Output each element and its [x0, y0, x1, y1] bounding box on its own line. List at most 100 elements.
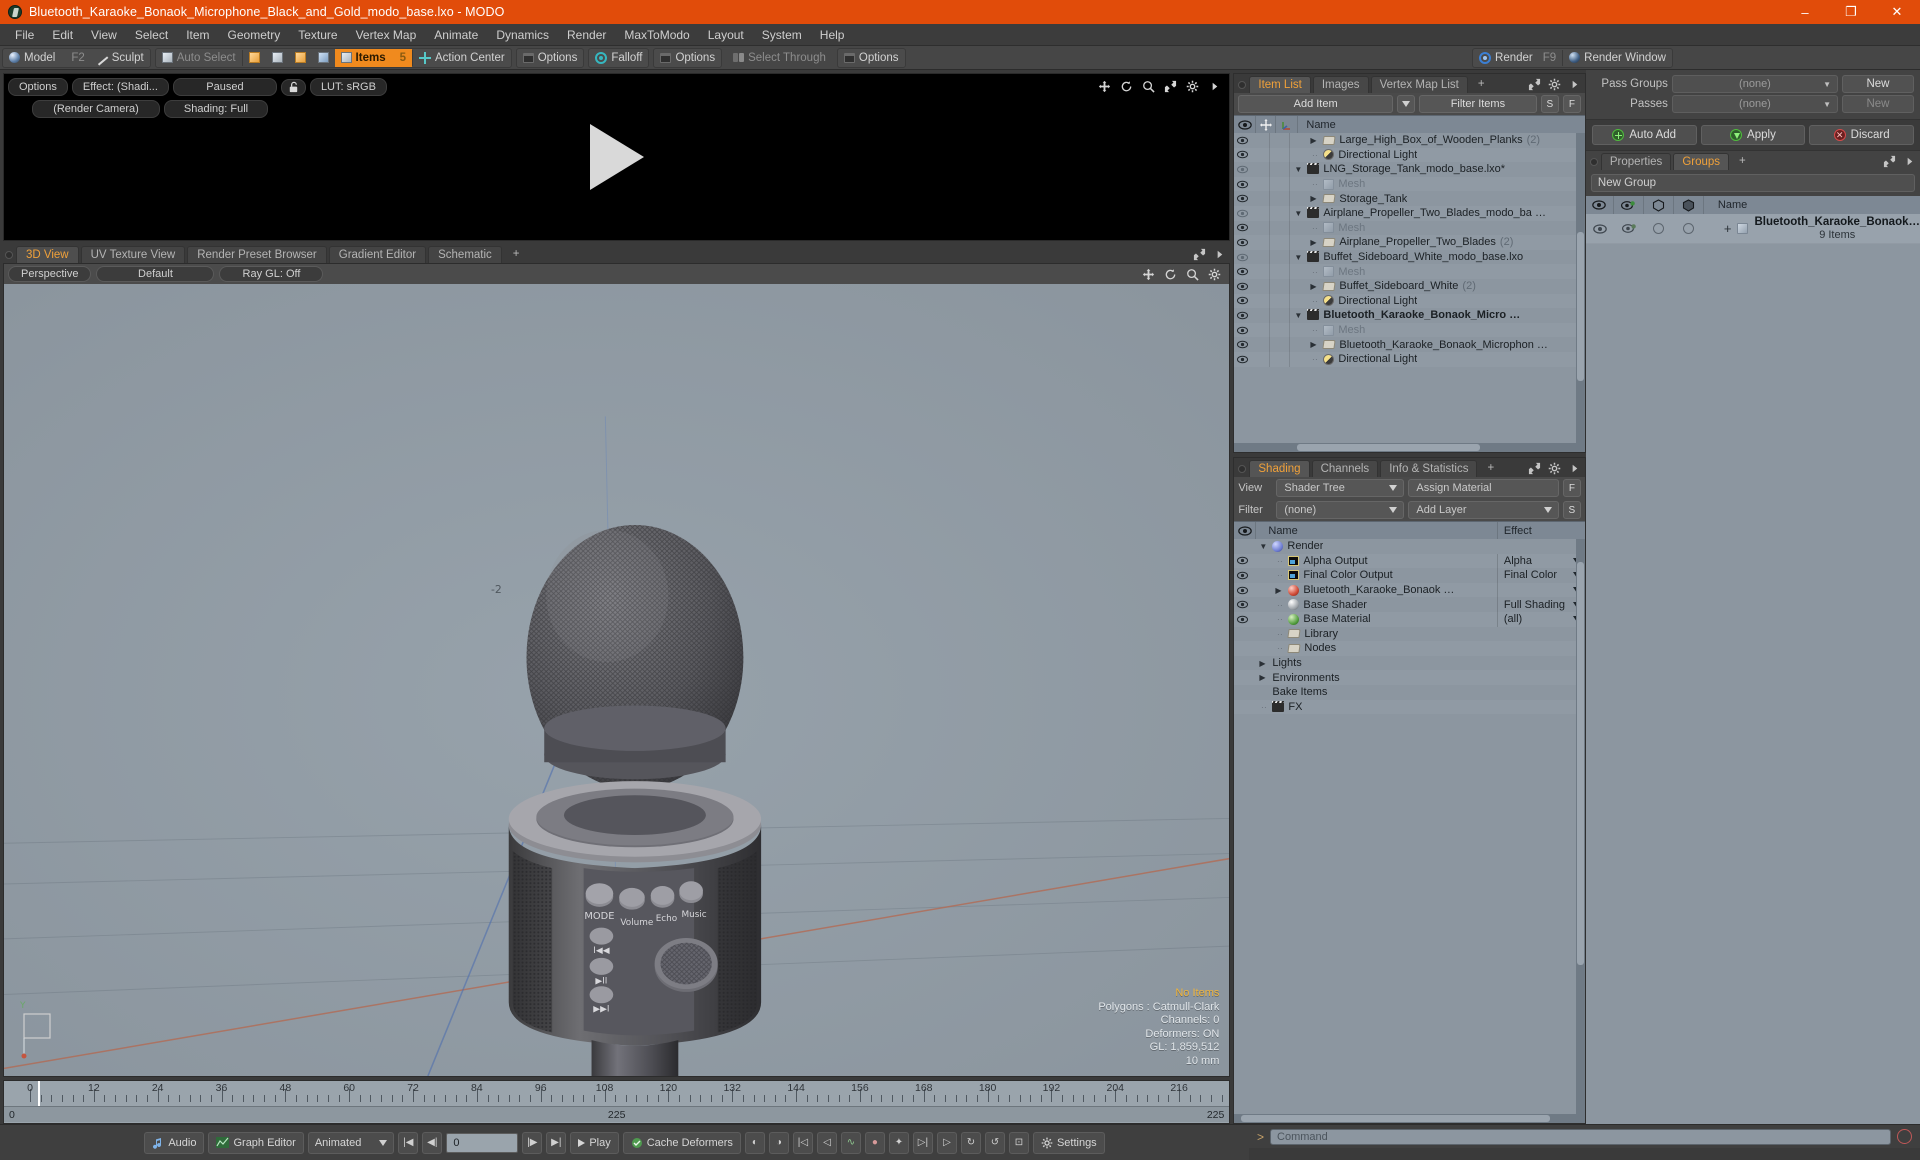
- auto-select-button[interactable]: Auto Select: [156, 49, 242, 67]
- row-transform-cell[interactable]: [1270, 278, 1291, 294]
- tab-groups[interactable]: Groups: [1673, 153, 1730, 170]
- panel-more-icon[interactable]: [1568, 78, 1581, 91]
- group-entry[interactable]: + Bluetooth_Karaoke_Bonaok… 9 Items: [1704, 216, 1920, 242]
- groups-visibility-column-header[interactable]: [1586, 196, 1614, 214]
- timeline-panel[interactable]: 12 24 36 48 60 72 84 96 108 120 132 144 156 168 180 192…: [3, 1080, 1231, 1124]
- group-row[interactable]: + Bluetooth_Karaoke_Bonaok… 9 Items: [1585, 214, 1920, 244]
- row-name-cell[interactable]: ·· Mesh: [1290, 222, 1365, 234]
- item-list-row[interactable]: ▶ Airplane_Propeller_Two_Blades (2): [1234, 235, 1585, 250]
- prev-keyframe-button[interactable]: |◁: [792, 1131, 813, 1154]
- row-lock-cell[interactable]: [1251, 293, 1271, 309]
- row-name-cell[interactable]: ▶ Lights: [1251, 657, 1301, 669]
- row-lock-cell[interactable]: [1251, 235, 1271, 250]
- row-lock-cell[interactable]: [1251, 249, 1271, 265]
- falloff-options-button[interactable]: Options: [654, 49, 721, 67]
- item-list-row[interactable]: ▼ Buffet_Sideboard_White_modo_base.lxo: [1234, 249, 1585, 265]
- item-list-row[interactable]: ▶ Buffet_Sideboard_White (2): [1234, 278, 1585, 294]
- row-name-cell[interactable]: Bake Items: [1251, 686, 1327, 698]
- row-name-cell[interactable]: ·· Mesh: [1290, 266, 1365, 278]
- add-layer-button[interactable]: Add Layer: [1408, 501, 1559, 519]
- model-mode-button[interactable]: Model F2: [3, 49, 91, 67]
- menu-item-item[interactable]: Item: [177, 24, 218, 46]
- preview-play-overlay-icon[interactable]: [589, 124, 644, 190]
- current-frame-field[interactable]: 0: [446, 1132, 519, 1153]
- delete-key-button[interactable]: ✦: [888, 1131, 909, 1154]
- shading-tree[interactable]: ▼ Render ·· Alpha Output Alpha ·· Final Color …: [1234, 539, 1585, 1114]
- render-preview-panel[interactable]: Options Effect: (Shadi... Paused LUT: sR…: [3, 73, 1231, 241]
- viewport-add-tab[interactable]: +: [504, 246, 529, 263]
- expand-arrow-icon[interactable]: ▼: [1259, 542, 1268, 551]
- go-to-end-button[interactable]: ▶|: [546, 1131, 567, 1154]
- expand-arrow-icon[interactable]: ▶: [1259, 673, 1268, 682]
- key-dot-button[interactable]: ●: [864, 1131, 885, 1154]
- row-lock-cell[interactable]: [1251, 278, 1271, 294]
- item-list-row[interactable]: ·· Mesh: [1234, 264, 1585, 279]
- eye-icon[interactable]: [1236, 326, 1249, 335]
- audio-button[interactable]: Audio: [144, 1131, 205, 1154]
- assign-material-button[interactable]: Assign Material: [1408, 479, 1559, 497]
- menu-item-vertex-map[interactable]: Vertex Map: [347, 24, 426, 46]
- close-button[interactable]: ✕: [1874, 0, 1920, 24]
- maximize-panel-icon[interactable]: [1528, 462, 1541, 475]
- group-expand-plus[interactable]: +: [1724, 221, 1732, 236]
- row-visibility-toggle[interactable]: [1234, 355, 1251, 364]
- materials-mode-button[interactable]: [312, 49, 335, 67]
- filter-f-button[interactable]: F: [1562, 95, 1581, 113]
- eye-icon[interactable]: [1236, 556, 1249, 565]
- viewport-3d[interactable]: Perspective Default Ray GL: Off MODE Vol…: [3, 263, 1231, 1077]
- groups-shaded-column-header[interactable]: [1674, 196, 1704, 214]
- last-keyframe-button[interactable]: ▷: [936, 1131, 957, 1154]
- more-arrow-icon[interactable]: [1208, 80, 1221, 93]
- row-transform-cell[interactable]: [1270, 162, 1291, 177]
- menu-item-layout[interactable]: Layout: [699, 24, 753, 46]
- menu-item-file[interactable]: File: [6, 24, 43, 46]
- panel-more-icon[interactable]: [1903, 155, 1916, 168]
- action-center-button[interactable]: Action Center: [413, 49, 511, 67]
- row-transform-cell[interactable]: [1270, 176, 1291, 192]
- rotate-icon[interactable]: [1120, 80, 1133, 93]
- panel-more-icon[interactable]: [1213, 248, 1226, 261]
- shading-s-button[interactable]: S: [1562, 501, 1581, 519]
- eye-icon[interactable]: [1236, 615, 1249, 624]
- item-list-row[interactable]: ·· Mesh: [1234, 176, 1585, 192]
- expand-arrow-icon[interactable]: ▼: [1294, 165, 1303, 174]
- shading-filter-select[interactable]: (none): [1276, 501, 1405, 519]
- eye-icon[interactable]: [1236, 340, 1249, 349]
- tab-channels[interactable]: Channels: [1311, 460, 1379, 477]
- expand-arrow-icon[interactable]: ▼: [1294, 311, 1303, 320]
- item-list-scrollbar-horizontal[interactable]: [1234, 443, 1585, 452]
- tab-render-preset-browser[interactable]: Render Preset Browser: [187, 246, 327, 263]
- shading-row[interactable]: ▶ Lights: [1234, 656, 1585, 671]
- row-name-cell[interactable]: ·· Directional Light: [1290, 295, 1417, 307]
- maximize-button[interactable]: ❐: [1828, 0, 1874, 24]
- shading-add-tab[interactable]: +: [1479, 460, 1502, 477]
- timeline-ruler[interactable]: 12 24 36 48 60 72 84 96 108 120 132 144 156 168 180 192…: [4, 1081, 1230, 1107]
- preview-paused-button[interactable]: Paused: [172, 78, 277, 96]
- expand-arrow-icon[interactable]: ▼: [1294, 209, 1303, 218]
- item-list-row[interactable]: ▶ Storage_Tank: [1234, 191, 1585, 206]
- row-lock-cell[interactable]: [1251, 191, 1271, 206]
- row-name-cell[interactable]: ·· Base Shader: [1251, 599, 1367, 611]
- passes-new-button[interactable]: New: [1842, 95, 1914, 113]
- row-transform-cell[interactable]: [1270, 322, 1291, 338]
- gear-icon[interactable]: [1548, 78, 1561, 91]
- select-through-button[interactable]: Select Through: [727, 49, 832, 67]
- row-name-cell[interactable]: ▼ Airplane_Propeller_Two_Blades_modo_ba …: [1290, 207, 1546, 219]
- row-visibility-toggle[interactable]: [1234, 136, 1251, 145]
- eye-icon[interactable]: [1236, 282, 1249, 291]
- row-transform-cell[interactable]: [1270, 147, 1291, 163]
- row-name-cell[interactable]: ·· Base Material: [1251, 613, 1371, 625]
- item-list-row[interactable]: ▼ Bluetooth_Karaoke_Bonaok_Micro …: [1234, 308, 1585, 323]
- animated-select[interactable]: Animated: [307, 1131, 395, 1154]
- eye-icon[interactable]: [1236, 311, 1249, 320]
- row-name-cell[interactable]: ▼ Buffet_Sideboard_White_modo_base.lxo: [1290, 251, 1523, 263]
- menu-item-maxtomodo[interactable]: MaxToModo: [615, 24, 698, 46]
- tab-images[interactable]: Images: [1312, 76, 1369, 93]
- tab-uv-texture-view[interactable]: UV Texture View: [80, 246, 186, 263]
- row-transform-cell[interactable]: [1270, 293, 1291, 309]
- row-visibility-toggle[interactable]: [1234, 150, 1251, 159]
- row-lock-cell[interactable]: [1251, 147, 1271, 163]
- gear-icon[interactable]: [1548, 462, 1561, 475]
- shading-f-button[interactable]: F: [1562, 479, 1581, 497]
- eye-icon[interactable]: [1236, 209, 1249, 218]
